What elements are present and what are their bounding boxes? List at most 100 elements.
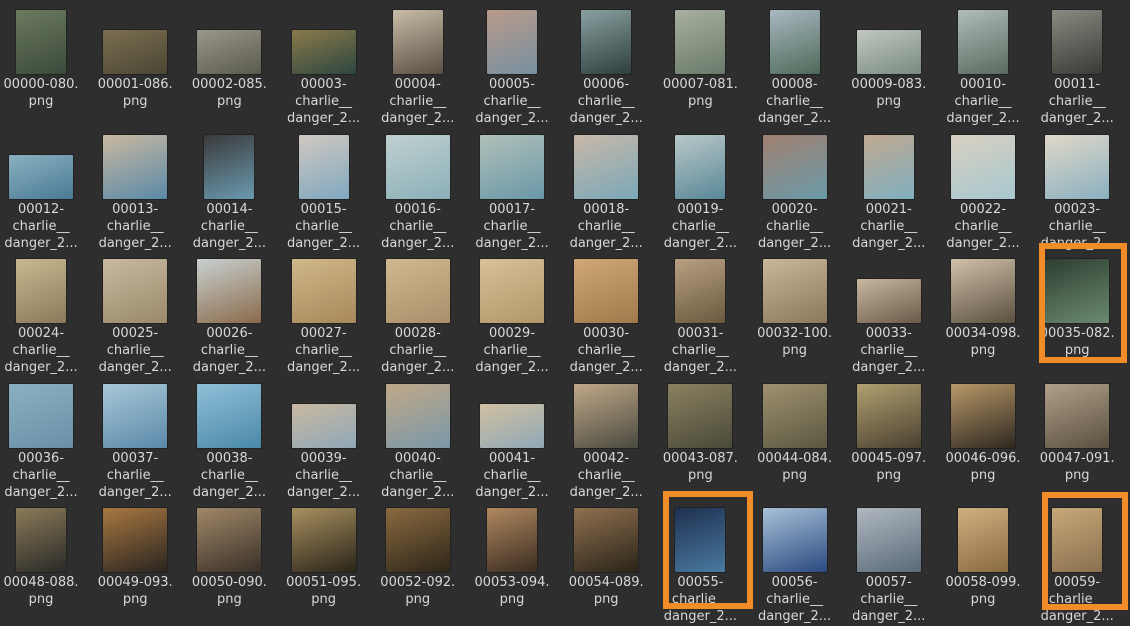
file-item[interactable]: 00047-091. png <box>1030 382 1124 506</box>
file-item[interactable]: 00036- charlie__ danger_2... <box>0 382 88 506</box>
file-item[interactable]: 00039- charlie__ danger_2... <box>277 382 371 506</box>
file-item[interactable]: 00023- charlie__ danger_2... <box>1030 133 1124 257</box>
image-thumbnail[interactable] <box>197 508 262 572</box>
image-thumbnail[interactable] <box>581 10 632 74</box>
image-thumbnail[interactable] <box>16 508 66 572</box>
image-thumbnail[interactable] <box>951 134 1015 199</box>
file-item[interactable]: 00035-082. png <box>1030 257 1124 381</box>
file-item[interactable]: 00030- charlie__ danger_2... <box>559 257 653 381</box>
image-thumbnail[interactable] <box>1052 508 1103 572</box>
image-thumbnail[interactable] <box>16 259 66 323</box>
file-item[interactable]: 00002-085. png <box>182 8 276 132</box>
image-thumbnail[interactable] <box>291 30 356 74</box>
image-thumbnail[interactable] <box>951 383 1015 448</box>
file-item[interactable]: 00034-098. png <box>936 257 1030 381</box>
image-thumbnail[interactable] <box>197 259 262 323</box>
file-item[interactable]: 00012- charlie__ danger_2... <box>0 133 88 257</box>
file-item[interactable]: 00001-086. png <box>88 8 182 132</box>
image-thumbnail[interactable] <box>762 259 827 323</box>
file-item[interactable]: 00033- charlie__ danger_2... <box>842 257 936 381</box>
file-item[interactable]: 00040- charlie__ danger_2... <box>371 382 465 506</box>
file-item[interactable]: 00044-084. png <box>748 382 842 506</box>
image-thumbnail[interactable] <box>385 383 450 448</box>
image-thumbnail[interactable] <box>856 508 921 572</box>
file-item[interactable]: 00043-087. png <box>653 382 747 506</box>
image-thumbnail[interactable] <box>1045 383 1110 448</box>
image-thumbnail[interactable] <box>197 383 262 448</box>
file-item[interactable]: 00013- charlie__ danger_2... <box>88 133 182 257</box>
file-item[interactable]: 00016- charlie__ danger_2... <box>371 133 465 257</box>
file-item[interactable]: 00003- charlie__ danger_2... <box>277 8 371 132</box>
image-thumbnail[interactable] <box>298 134 349 199</box>
file-item[interactable]: 00051-095. png <box>277 506 371 626</box>
file-item[interactable]: 00025- charlie__ danger_2... <box>88 257 182 381</box>
file-item[interactable]: 00045-097. png <box>842 382 936 506</box>
file-item[interactable]: 00041- charlie__ danger_2... <box>465 382 559 506</box>
image-thumbnail[interactable] <box>856 383 921 448</box>
file-item[interactable]: 00049-093. png <box>88 506 182 626</box>
image-thumbnail[interactable] <box>392 10 443 74</box>
file-item[interactable]: 00029- charlie__ danger_2... <box>465 257 559 381</box>
image-thumbnail[interactable] <box>487 508 537 572</box>
file-item[interactable]: 00057- charlie__ danger_2... <box>842 506 936 626</box>
file-item[interactable]: 00020- charlie__ danger_2... <box>748 133 842 257</box>
image-thumbnail[interactable] <box>1045 134 1110 199</box>
file-item[interactable]: 00006- charlie__ danger_2... <box>559 8 653 132</box>
file-item[interactable]: 00058-099. png <box>936 506 1030 626</box>
file-item[interactable]: 00000-080. png <box>0 8 88 132</box>
image-thumbnail[interactable] <box>769 10 820 74</box>
image-thumbnail[interactable] <box>487 10 537 74</box>
image-thumbnail[interactable] <box>197 30 262 74</box>
image-thumbnail[interactable] <box>958 508 1008 572</box>
image-thumbnail[interactable] <box>291 403 356 448</box>
image-thumbnail[interactable] <box>204 134 255 199</box>
file-item[interactable]: 00019- charlie__ danger_2... <box>653 133 747 257</box>
image-thumbnail[interactable] <box>574 134 639 199</box>
image-thumbnail[interactable] <box>291 508 356 572</box>
file-item[interactable]: 00031- charlie__ danger_2... <box>653 257 747 381</box>
image-thumbnail[interactable] <box>480 134 544 199</box>
image-thumbnail[interactable] <box>103 383 168 448</box>
file-item[interactable]: 00055- charlie__ danger_2... <box>653 506 747 626</box>
image-thumbnail[interactable] <box>1052 10 1103 74</box>
file-item[interactable]: 00021- charlie__ danger_2... <box>842 133 936 257</box>
image-thumbnail[interactable] <box>951 259 1015 323</box>
file-item[interactable]: 00053-094. png <box>465 506 559 626</box>
file-item[interactable]: 00015- charlie__ danger_2... <box>277 133 371 257</box>
file-item[interactable]: 00026- charlie__ danger_2... <box>182 257 276 381</box>
image-thumbnail[interactable] <box>574 508 639 572</box>
file-item[interactable]: 00052-092. png <box>371 506 465 626</box>
file-item[interactable]: 00054-089. png <box>559 506 653 626</box>
image-thumbnail[interactable] <box>762 508 827 572</box>
file-item[interactable]: 00008- charlie__ danger_2... <box>748 8 842 132</box>
image-thumbnail[interactable] <box>9 154 73 199</box>
file-item[interactable]: 00048-088. png <box>0 506 88 626</box>
image-thumbnail[interactable] <box>675 10 726 74</box>
image-thumbnail[interactable] <box>103 259 168 323</box>
file-item[interactable]: 00014- charlie__ danger_2... <box>182 133 276 257</box>
file-item[interactable]: 00037- charlie__ danger_2... <box>88 382 182 506</box>
image-thumbnail[interactable] <box>856 279 921 323</box>
image-thumbnail[interactable] <box>9 383 73 448</box>
image-thumbnail[interactable] <box>574 383 639 448</box>
image-thumbnail[interactable] <box>675 259 726 323</box>
image-thumbnail[interactable] <box>385 508 450 572</box>
file-item[interactable]: 00042- charlie__ danger_2... <box>559 382 653 506</box>
file-item[interactable]: 00010- charlie__ danger_2... <box>936 8 1030 132</box>
image-thumbnail[interactable] <box>958 10 1008 74</box>
image-thumbnail[interactable] <box>103 508 168 572</box>
image-thumbnail[interactable] <box>480 403 544 448</box>
image-thumbnail[interactable] <box>574 259 639 323</box>
file-item[interactable]: 00050-090. png <box>182 506 276 626</box>
file-item[interactable]: 00022- charlie__ danger_2... <box>936 133 1030 257</box>
image-thumbnail[interactable] <box>16 10 66 74</box>
file-item[interactable]: 00027- charlie__ danger_2... <box>277 257 371 381</box>
file-item[interactable]: 00056- charlie__ danger_2... <box>748 506 842 626</box>
image-thumbnail[interactable] <box>863 134 914 199</box>
file-item[interactable]: 00011- charlie__ danger_2... <box>1030 8 1124 132</box>
image-thumbnail[interactable] <box>385 259 450 323</box>
image-thumbnail[interactable] <box>291 259 356 323</box>
image-thumbnail[interactable] <box>856 30 921 74</box>
file-item[interactable]: 00007-081. png <box>653 8 747 132</box>
image-thumbnail[interactable] <box>675 134 726 199</box>
